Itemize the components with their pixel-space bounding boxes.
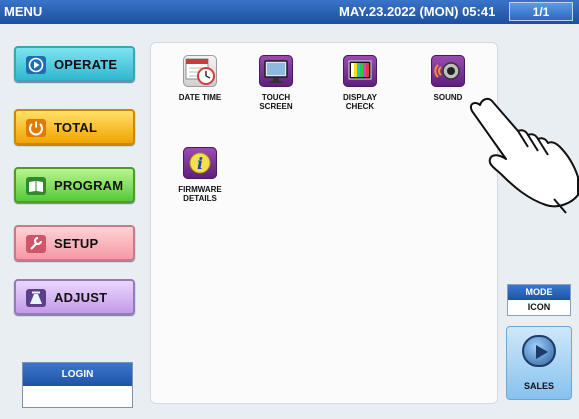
- menu-screen: MENU MAY.23.2022 (MON) 05:41 1/1 OPERATE…: [0, 0, 579, 419]
- total-label: TOTAL: [54, 120, 98, 135]
- play-circle-icon: [522, 335, 556, 367]
- page-title: MENU: [4, 4, 43, 19]
- touch-screen-item[interactable]: TOUCH SCREEN: [241, 55, 311, 111]
- sales-button[interactable]: SALES: [506, 326, 572, 400]
- operate-label: OPERATE: [54, 57, 118, 72]
- display-check-label-1: DISPLAY: [343, 93, 377, 102]
- page-indicator: 1/1: [509, 2, 573, 21]
- scale-icon: [26, 289, 46, 307]
- svg-text:i: i: [197, 154, 203, 173]
- date-time-item[interactable]: DATE TIME: [165, 55, 235, 102]
- mode-label: MODE: [508, 285, 570, 300]
- title-bar: MENU MAY.23.2022 (MON) 05:41 1/1: [0, 0, 579, 24]
- operate-button[interactable]: OPERATE: [14, 46, 135, 82]
- display-check-label-2: CHECK: [345, 102, 375, 111]
- display-check-bars-icon: [343, 55, 377, 87]
- sales-label: SALES: [523, 381, 554, 391]
- clock-calendar-icon: [183, 55, 217, 87]
- login-label: LOGIN: [23, 363, 132, 386]
- program-label: PROGRAM: [54, 178, 124, 193]
- touch-screen-monitor-icon: [259, 55, 293, 87]
- power-icon: [26, 119, 46, 137]
- menu-panel: DATE TIME TOUCH SCREEN DISPLAY CHECK SOU…: [150, 42, 498, 404]
- setup-label: SETUP: [54, 236, 99, 251]
- sound-label: SOUND: [433, 93, 463, 102]
- date-time-label: DATE TIME: [178, 93, 222, 102]
- firmware-details-label-1: FIRMWARE: [178, 185, 222, 194]
- mode-indicator[interactable]: MODE ICON: [507, 284, 571, 316]
- touch-screen-label-1: TOUCH: [261, 93, 291, 102]
- speaker-sound-icon: [431, 55, 465, 87]
- total-button[interactable]: TOTAL: [14, 109, 135, 145]
- display-check-item[interactable]: DISPLAY CHECK: [325, 55, 395, 111]
- wrench-icon: [26, 235, 46, 253]
- datetime-display: MAY.23.2022 (MON) 05:41: [339, 4, 496, 19]
- firmware-details-item[interactable]: i FIRMWARE DETAILS: [165, 147, 235, 203]
- adjust-button[interactable]: ADJUST: [14, 279, 135, 315]
- info-icon: i: [183, 147, 217, 179]
- touch-screen-label-2: SCREEN: [259, 102, 293, 111]
- program-button[interactable]: PROGRAM: [14, 167, 135, 203]
- setup-button[interactable]: SETUP: [14, 225, 135, 261]
- firmware-details-label-2: DETAILS: [183, 194, 217, 203]
- mode-value: ICON: [527, 302, 551, 312]
- book-icon: [26, 177, 46, 195]
- adjust-label: ADJUST: [54, 290, 108, 305]
- play-icon: [26, 56, 46, 74]
- pointing-hand-icon: [470, 97, 579, 214]
- login-panel[interactable]: LOGIN: [22, 362, 133, 408]
